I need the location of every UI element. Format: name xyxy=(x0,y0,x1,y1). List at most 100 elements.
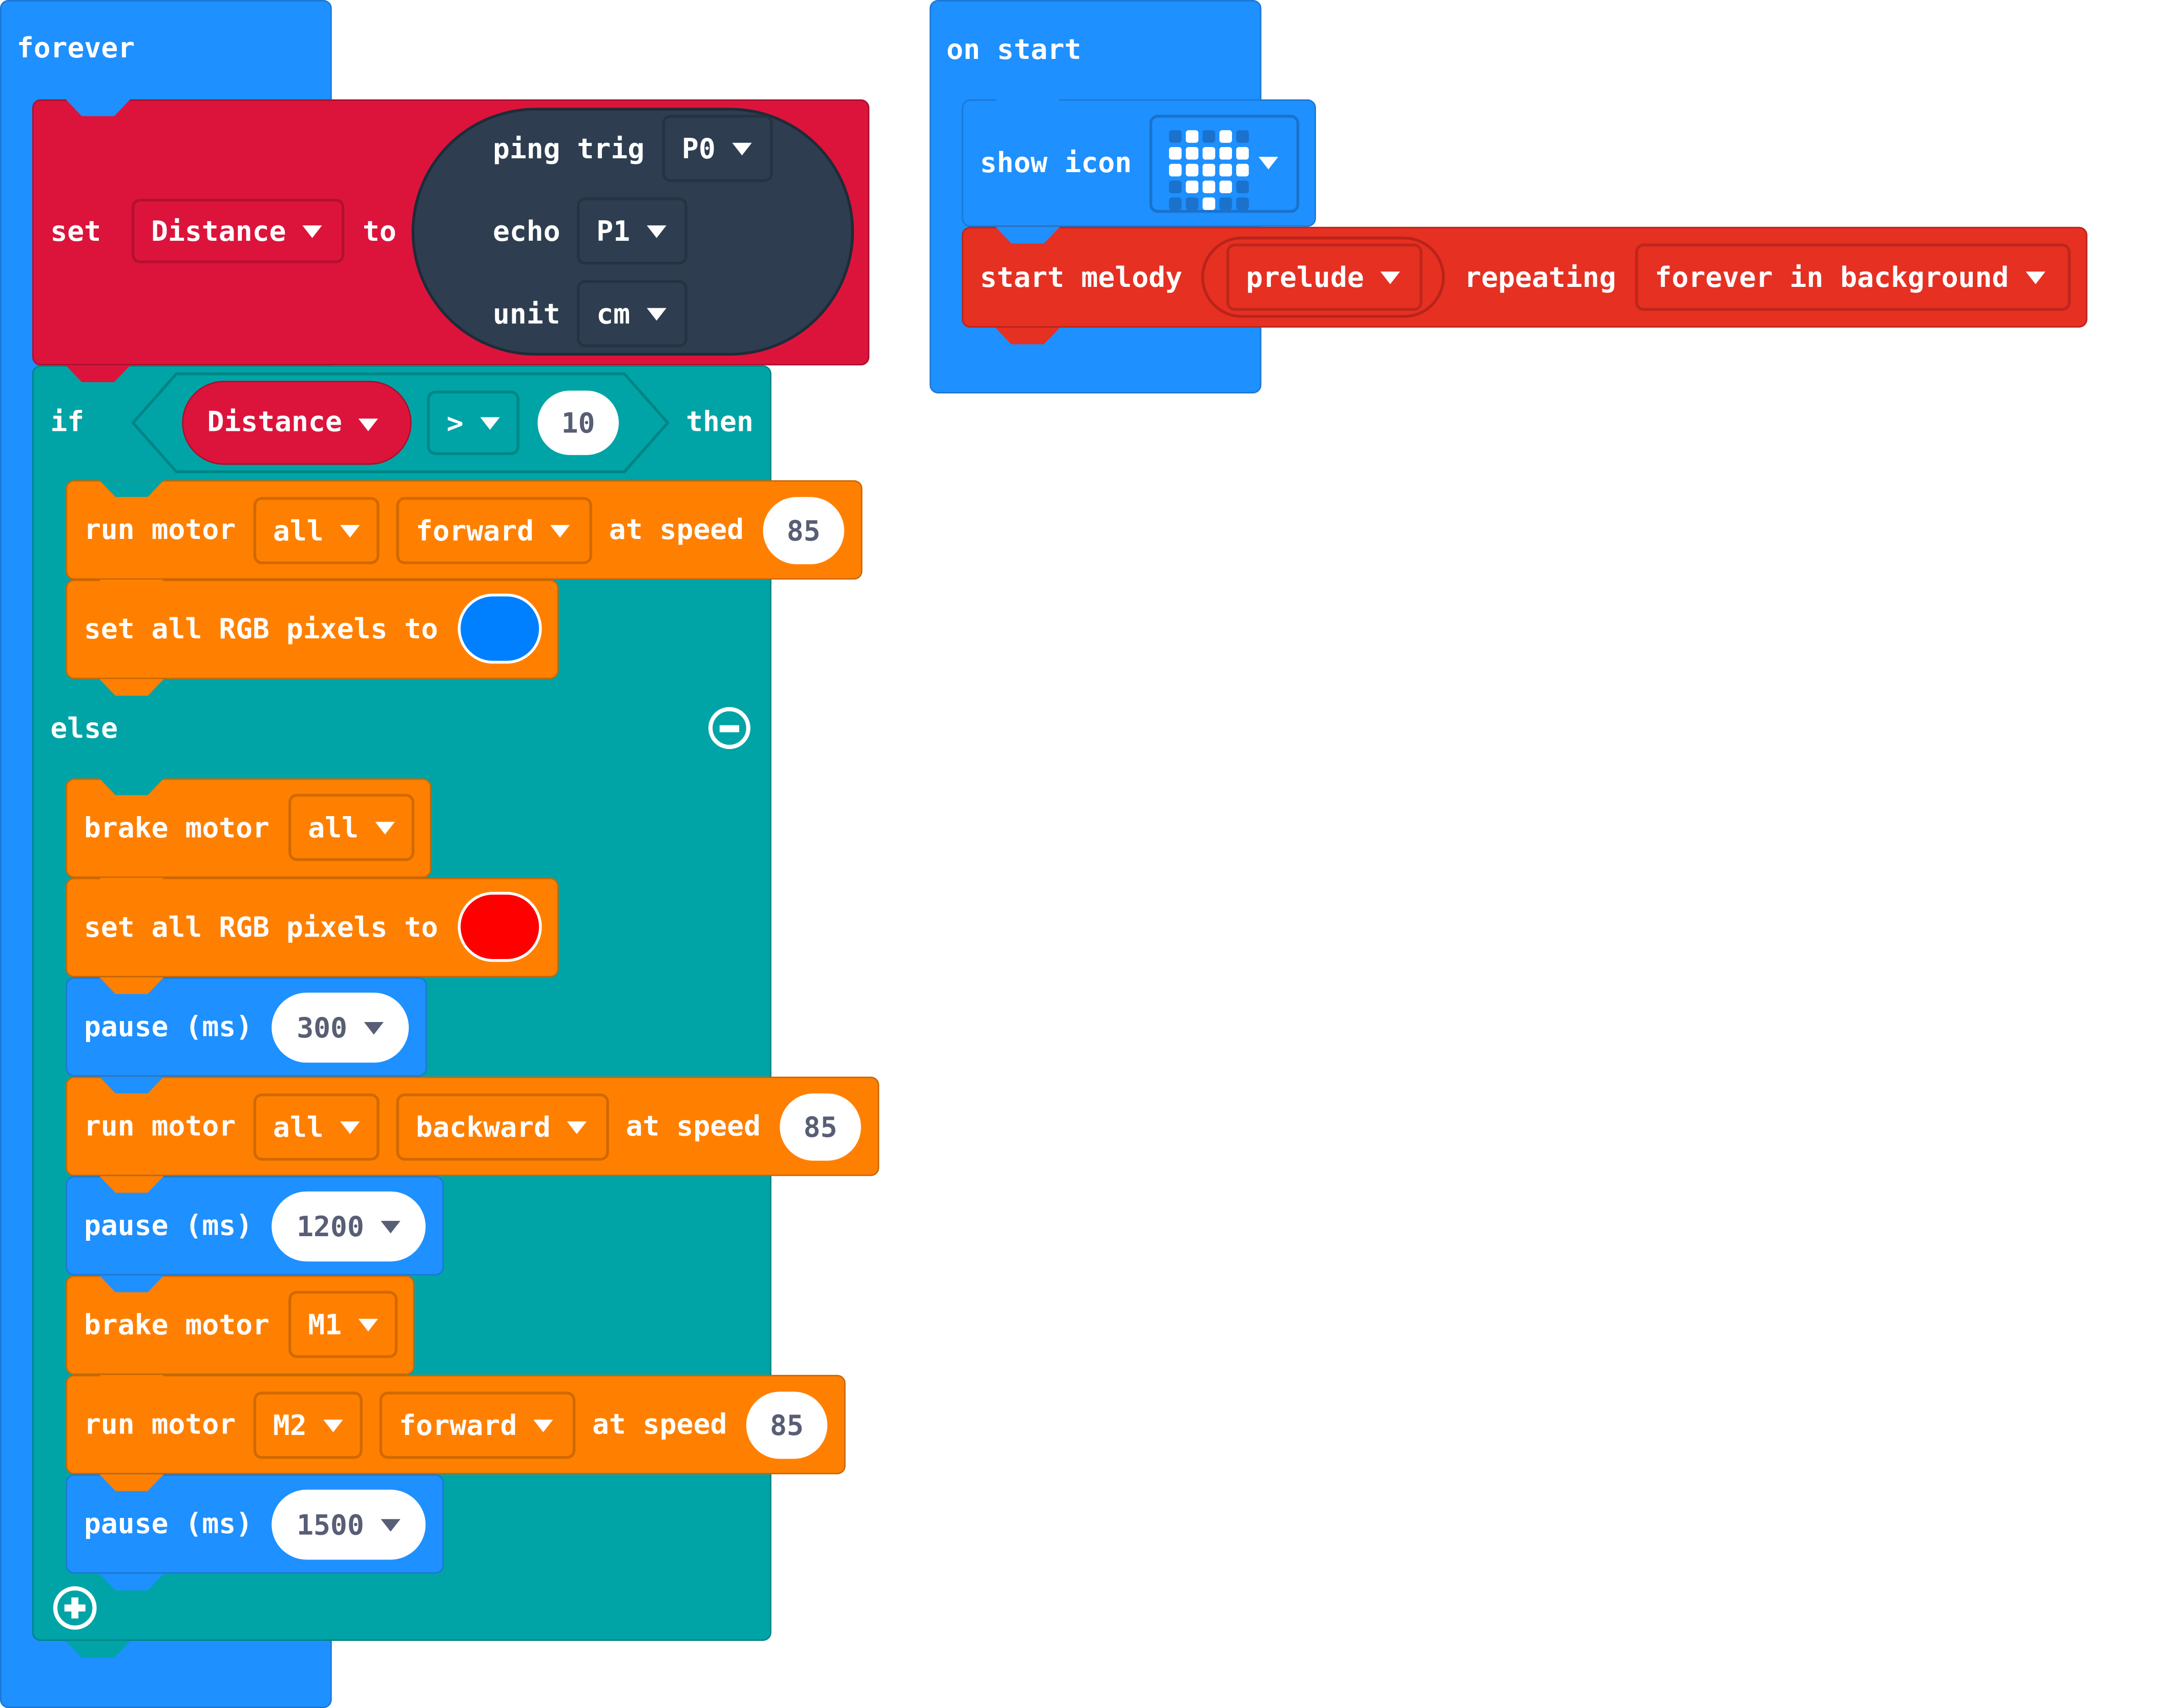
pause-label: pause (ms) xyxy=(84,1208,253,1242)
color-picker-red[interactable] xyxy=(457,891,542,962)
to-label: to xyxy=(362,214,397,248)
chevron-down-icon xyxy=(323,1419,343,1432)
pause-label: pause (ms) xyxy=(84,1506,253,1540)
direction-dropdown[interactable]: backward xyxy=(396,1093,609,1161)
set-rgb-label: set all RGB pixels to xyxy=(84,612,439,645)
motor-value: all xyxy=(273,513,324,548)
unit-label: unit xyxy=(492,297,560,330)
pause-input[interactable]: 300 xyxy=(272,992,409,1063)
led-on xyxy=(1185,147,1199,160)
led-on xyxy=(1202,163,1216,177)
operator-dropdown[interactable]: > xyxy=(427,390,519,455)
direction-value: backward xyxy=(415,1110,551,1144)
led-on xyxy=(1185,130,1199,143)
condition-variable: Distance xyxy=(207,404,342,439)
led-on xyxy=(1219,180,1232,194)
icon-picker-dropdown[interactable] xyxy=(1149,115,1300,213)
minus-circle-icon[interactable] xyxy=(708,707,750,749)
run-motor-label: run motor xyxy=(84,1109,236,1143)
pause-input[interactable]: 1200 xyxy=(272,1191,426,1262)
chevron-down-icon xyxy=(340,524,360,537)
trig-pin-dropdown[interactable]: P0 xyxy=(662,115,773,182)
repeating-label: repeating xyxy=(1464,260,1616,294)
speed-input[interactable]: 85 xyxy=(780,1093,861,1161)
led-on xyxy=(1236,163,1249,177)
variable-dropdown[interactable]: Distance xyxy=(131,199,345,263)
led-off xyxy=(1169,197,1182,210)
then-label: then xyxy=(686,404,754,439)
motor-value: all xyxy=(273,1110,324,1144)
led-off xyxy=(1169,180,1182,194)
pause-value: 300 xyxy=(297,1011,347,1045)
speed-input[interactable]: 85 xyxy=(746,1391,828,1459)
threshold-input[interactable]: 10 xyxy=(537,390,619,455)
pause-value: 1200 xyxy=(297,1210,364,1243)
pause-input[interactable]: 1500 xyxy=(272,1489,426,1560)
led-on xyxy=(1219,130,1232,143)
echo-pin-dropdown[interactable]: P1 xyxy=(576,197,687,265)
chevron-down-icon xyxy=(646,224,667,238)
direction-value: forward xyxy=(415,513,534,548)
led-off xyxy=(1236,180,1249,194)
repeat-mode-value: forever in background xyxy=(1655,260,2009,294)
direction-dropdown[interactable]: forward xyxy=(379,1391,576,1459)
chevron-down-icon xyxy=(358,1318,379,1331)
melody-dropdown[interactable]: prelude xyxy=(1226,243,1423,311)
if-label: if xyxy=(50,404,85,439)
chevron-down-icon xyxy=(381,1220,401,1233)
blocks-workspace[interactable]: forever set Distance to ping trig P0 ech… xyxy=(0,0,2170,1708)
led-on xyxy=(1202,180,1216,194)
led-on xyxy=(1219,147,1232,160)
chevron-down-icon xyxy=(1381,270,1401,284)
led-off xyxy=(1219,197,1232,210)
chevron-down-icon xyxy=(732,142,752,155)
motor-dropdown[interactable]: all xyxy=(253,1093,380,1161)
motor-dropdown[interactable]: all xyxy=(288,794,414,861)
led-off xyxy=(1236,130,1249,143)
set-rgb-label: set all RGB pixels to xyxy=(84,910,439,944)
melody-value: prelude xyxy=(1246,260,1364,294)
motor-dropdown[interactable]: M2 xyxy=(253,1391,363,1459)
led-off xyxy=(1202,130,1216,143)
run-motor-label: run motor xyxy=(84,1407,236,1441)
unit-dropdown[interactable]: cm xyxy=(576,280,687,347)
chevron-down-icon xyxy=(359,419,379,431)
chevron-down-icon xyxy=(550,524,571,537)
led-on xyxy=(1219,163,1232,177)
brake-motor-label: brake motor xyxy=(84,810,269,844)
led-on xyxy=(1202,147,1216,160)
chevron-down-icon xyxy=(381,1518,401,1531)
led-on xyxy=(1169,147,1182,160)
at-speed-label: at speed xyxy=(609,512,744,546)
chevron-down-icon xyxy=(567,1120,587,1134)
chevron-down-icon xyxy=(303,224,323,238)
chevron-down-icon xyxy=(534,1419,554,1432)
speed-input[interactable]: 85 xyxy=(763,497,844,565)
pause-label: pause (ms) xyxy=(84,1009,253,1044)
variable-value: Distance xyxy=(151,214,286,248)
start-melody-label: start melody xyxy=(980,260,1182,294)
pause-value: 1500 xyxy=(297,1508,364,1542)
run-motor-label: run motor xyxy=(84,512,236,546)
led-on xyxy=(1236,147,1249,160)
motor-dropdown[interactable]: all xyxy=(253,497,380,565)
chevron-down-icon xyxy=(364,1021,384,1034)
led-off xyxy=(1185,197,1199,210)
echo-label: echo xyxy=(492,214,560,248)
led-on xyxy=(1202,197,1216,210)
at-speed-label: at speed xyxy=(592,1407,727,1441)
chevron-down-icon xyxy=(340,1120,360,1134)
trig-pin-value: P0 xyxy=(681,131,716,165)
if-block-inner-spine xyxy=(32,365,68,1641)
repeat-mode-dropdown[interactable]: forever in background xyxy=(1635,243,2071,311)
motor-dropdown[interactable]: M1 xyxy=(288,1290,398,1358)
chevron-down-icon xyxy=(2026,270,2046,284)
plus-circle-icon[interactable] xyxy=(53,1586,97,1630)
color-picker-blue[interactable] xyxy=(457,593,542,664)
direction-dropdown[interactable]: forward xyxy=(396,497,593,565)
motor-value: all xyxy=(308,810,359,844)
brake-motor-label: brake motor xyxy=(84,1307,269,1342)
set-label: set xyxy=(50,214,101,248)
led-on xyxy=(1185,180,1199,194)
show-icon-label: show icon xyxy=(980,145,1132,179)
